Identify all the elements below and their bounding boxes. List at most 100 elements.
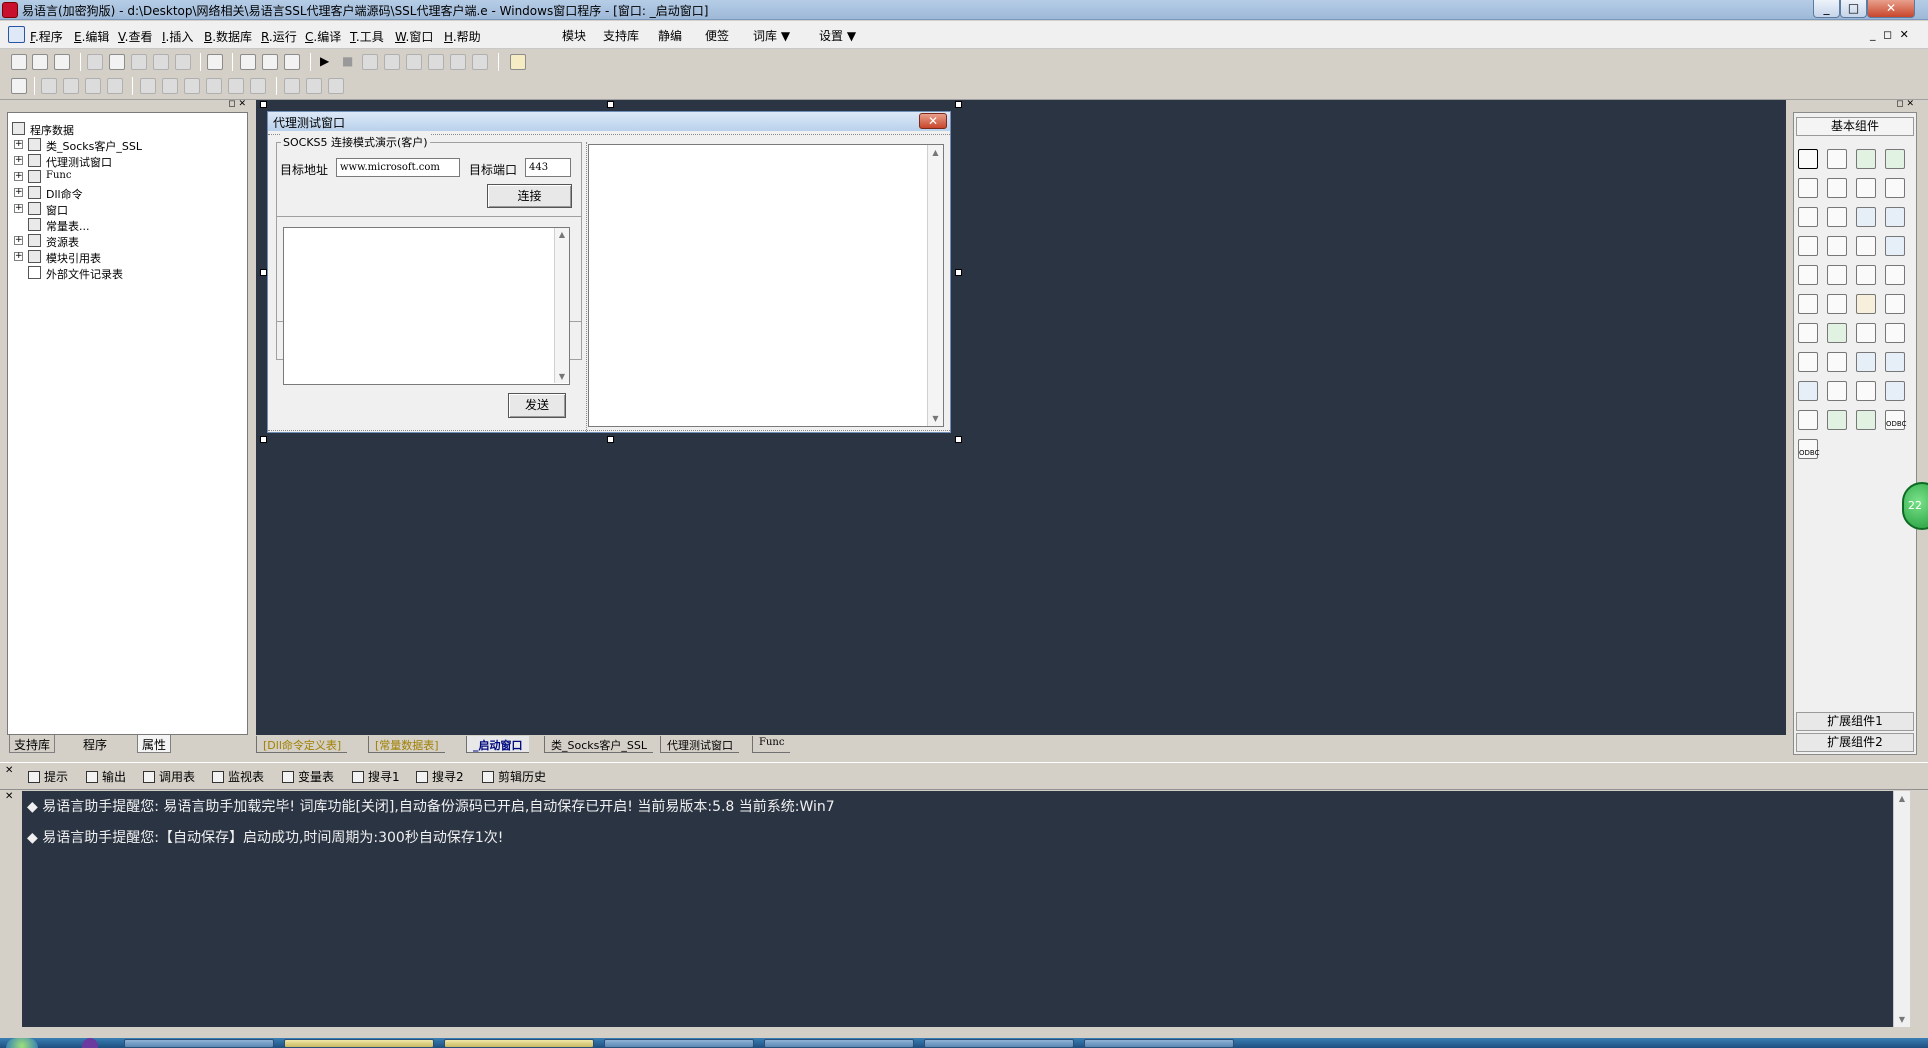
menu-word-library[interactable]: 词库 ▼ xyxy=(753,27,790,44)
menu-module[interactable]: 模块 xyxy=(562,27,586,44)
menu-program[interactable]: F.程序 xyxy=(30,28,63,45)
taskbar-item[interactable] xyxy=(284,1039,434,1048)
taskbar-item[interactable] xyxy=(444,1039,594,1048)
find-icon[interactable] xyxy=(207,54,223,70)
scroll-down-icon[interactable]: ▼ xyxy=(1894,1015,1910,1024)
toolbar-component-icon[interactable] xyxy=(1885,323,1905,343)
menu-view[interactable]: V.查看 xyxy=(118,28,153,45)
scroll-up-icon[interactable]: ▲ xyxy=(555,230,569,239)
tab-search1[interactable]: 搜寻1 xyxy=(352,768,400,785)
space-horizontal-icon[interactable] xyxy=(206,78,222,94)
new-file-icon[interactable] xyxy=(11,54,27,70)
tab-dll-definitions[interactable]: [Dll命令定义表] xyxy=(256,736,348,753)
mdi-controls[interactable]: _ ◻ ✕ xyxy=(1870,28,1911,41)
checkbox-component-icon[interactable] xyxy=(1798,207,1818,227)
client-component-icon[interactable] xyxy=(1856,352,1876,372)
layout-right-icon[interactable] xyxy=(284,54,300,70)
listbox-component-icon[interactable] xyxy=(1885,207,1905,227)
center-vertical-icon[interactable] xyxy=(162,78,178,94)
pinned-app-icon[interactable] xyxy=(82,1038,98,1048)
run-icon[interactable]: ▶ xyxy=(320,54,329,68)
output-pane-close-icon[interactable]: ✕ xyxy=(5,791,13,802)
hscroll-component-icon[interactable] xyxy=(1827,236,1847,256)
menu-settings[interactable]: 设置 ▼ xyxy=(819,27,856,44)
connect-button[interactable]: 连接 xyxy=(487,184,572,208)
form-close-button[interactable]: ✕ xyxy=(919,113,947,129)
align-left-icon[interactable] xyxy=(41,78,57,94)
menu-compile[interactable]: C.编译 xyxy=(305,28,341,45)
same-size-icon[interactable] xyxy=(328,78,344,94)
same-width-icon[interactable] xyxy=(284,78,300,94)
pointer-icon[interactable] xyxy=(1798,149,1818,169)
menu-notes[interactable]: 便签 xyxy=(705,27,729,44)
scroll-up-icon[interactable]: ▲ xyxy=(1894,794,1910,803)
output-close-icon[interactable]: ✕ xyxy=(5,765,13,776)
stop-icon[interactable]: ■ xyxy=(342,54,353,68)
undo-icon[interactable] xyxy=(175,54,191,70)
taskbar-item[interactable] xyxy=(124,1039,274,1048)
copy-icon[interactable] xyxy=(109,54,125,70)
form-window[interactable]: 代理测试窗口 ✕ SOCKS5 连接模式演示(客户) 目标地址 www.micr… xyxy=(267,111,951,433)
tab-properties[interactable]: 属性 xyxy=(137,735,172,753)
menu-support-library[interactable]: 支持库 xyxy=(603,27,639,44)
taskbar-item[interactable] xyxy=(1084,1039,1234,1048)
step-over-icon[interactable] xyxy=(362,54,378,70)
server-component-icon[interactable] xyxy=(1885,352,1905,372)
menu-insert[interactable]: I.插入 xyxy=(162,28,193,45)
button-component-icon[interactable] xyxy=(1885,178,1905,198)
send-textbox-scrollbar[interactable]: ▲ ▼ xyxy=(554,228,569,383)
scroll-up-icon[interactable]: ▲ xyxy=(928,148,943,157)
tab-support-library[interactable]: 支持库 xyxy=(9,735,56,753)
align-right-icon[interactable] xyxy=(63,78,79,94)
cut-icon[interactable] xyxy=(87,54,103,70)
menu-database[interactable]: B.数据库 xyxy=(204,28,252,45)
output-scrollbar[interactable]: ▲ ▼ xyxy=(1893,791,1910,1027)
resize-handle[interactable] xyxy=(260,436,267,443)
extension-components-2[interactable]: 扩展组件2 xyxy=(1796,733,1914,752)
left-panel-controls[interactable]: ◻ ✕ xyxy=(228,99,246,109)
document-icon[interactable] xyxy=(8,26,25,43)
label-component-icon[interactable] xyxy=(1827,149,1847,169)
space-vertical-icon[interactable] xyxy=(184,78,200,94)
scroll-down-icon[interactable]: ▼ xyxy=(555,372,569,381)
same-height-icon[interactable] xyxy=(306,78,322,94)
layout-bottom-icon[interactable] xyxy=(262,54,278,70)
assistant-badge[interactable]: 22 xyxy=(1902,482,1928,530)
run-to-cursor-icon[interactable] xyxy=(428,54,444,70)
progress-component-icon[interactable] xyxy=(1885,236,1905,256)
open-folder-icon[interactable] xyxy=(32,54,48,70)
basic-components-header[interactable]: 基本组件 xyxy=(1796,117,1914,136)
menu-edit[interactable]: E.编辑 xyxy=(74,28,109,45)
paste-icon[interactable] xyxy=(131,54,147,70)
redo-icon[interactable] xyxy=(153,54,169,70)
taskbar-item[interactable] xyxy=(924,1039,1074,1048)
send-textbox[interactable] xyxy=(283,227,570,385)
tab-class-socks[interactable]: 类_Socks客户_SSL xyxy=(544,736,653,753)
menu-tools[interactable]: T.工具 xyxy=(350,28,384,45)
align-bottom-icon[interactable] xyxy=(107,78,123,94)
tab-program[interactable]: 程序 xyxy=(79,735,111,753)
doc-component-icon[interactable] xyxy=(1885,294,1905,314)
tab-func[interactable]: Func xyxy=(752,736,791,753)
menu-help[interactable]: H.帮助 xyxy=(444,28,481,45)
tab-clipboard-history[interactable]: 剪辑历史 xyxy=(482,768,546,785)
equal-height-icon[interactable] xyxy=(250,78,266,94)
printer-component-icon[interactable] xyxy=(1827,323,1847,343)
tab-proxy-window[interactable]: 代理测试窗口 xyxy=(660,736,739,753)
taskbar-item[interactable] xyxy=(764,1039,914,1048)
grid-component-icon[interactable] xyxy=(1798,323,1818,343)
extension-components-1[interactable]: 扩展组件1 xyxy=(1796,712,1914,731)
calendar-component-icon[interactable] xyxy=(1885,265,1905,285)
network-component-icon[interactable] xyxy=(1798,381,1818,401)
helper-icon[interactable] xyxy=(510,54,526,70)
selectbox-component-icon[interactable] xyxy=(1798,236,1818,256)
close-button[interactable]: ✕ xyxy=(1867,0,1915,18)
tab-variables[interactable]: 变量表 xyxy=(282,768,334,785)
form-component-icon[interactable] xyxy=(1856,381,1876,401)
splitter-component-icon[interactable] xyxy=(1856,323,1876,343)
taskbar-item[interactable] xyxy=(604,1039,754,1048)
target-port-input[interactable]: 443 xyxy=(525,158,571,177)
radio-component-icon[interactable] xyxy=(1827,207,1847,227)
resize-handle[interactable] xyxy=(260,101,267,108)
center-horizontal-icon[interactable] xyxy=(140,78,156,94)
